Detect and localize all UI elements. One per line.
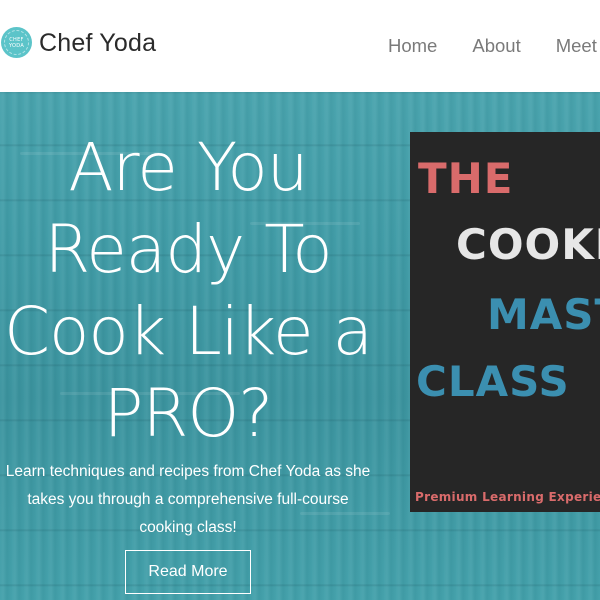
nav-item-about[interactable]: About: [472, 35, 520, 57]
headline-line: Cook Like a: [3, 293, 373, 370]
brand-name[interactable]: Chef Yoda: [39, 29, 156, 58]
read-more-button[interactable]: Read More: [125, 550, 251, 594]
poster-line: MASTER: [487, 290, 600, 339]
nav-item-meet-the-chef[interactable]: Meet the Chef: [556, 35, 600, 57]
hero-headline: Are You Ready To Cook Like a PRO?: [0, 127, 376, 455]
cooking-class-poster[interactable]: THE COOKING MASTER CLASS Premium Learnin…: [410, 132, 600, 512]
headline-line: Ready To: [44, 211, 332, 288]
chef-yoda-logo-icon[interactable]: CHEF YODA: [1, 27, 32, 58]
logo-ring: [4, 30, 29, 55]
hero-section: Are You Ready To Cook Like a PRO? Learn …: [0, 92, 600, 600]
poster-line: THE: [418, 154, 514, 203]
page: CHEF YODA Chef Yoda Home About Meet the …: [0, 0, 600, 600]
top-navbar: CHEF YODA Chef Yoda Home About Meet the …: [0, 0, 600, 92]
poster-line: COOKING: [456, 220, 600, 269]
headline-line: PRO?: [103, 375, 274, 452]
poster-tagline: Premium Learning Experience: [415, 490, 600, 504]
nav-item-home[interactable]: Home: [388, 35, 437, 57]
poster-line: CLASS: [416, 357, 570, 406]
hero-subtext: Learn techniques and recipes from Chef Y…: [5, 463, 371, 536]
headline-line: Are You: [68, 129, 308, 206]
main-nav: Home About Meet the Chef: [388, 35, 600, 57]
